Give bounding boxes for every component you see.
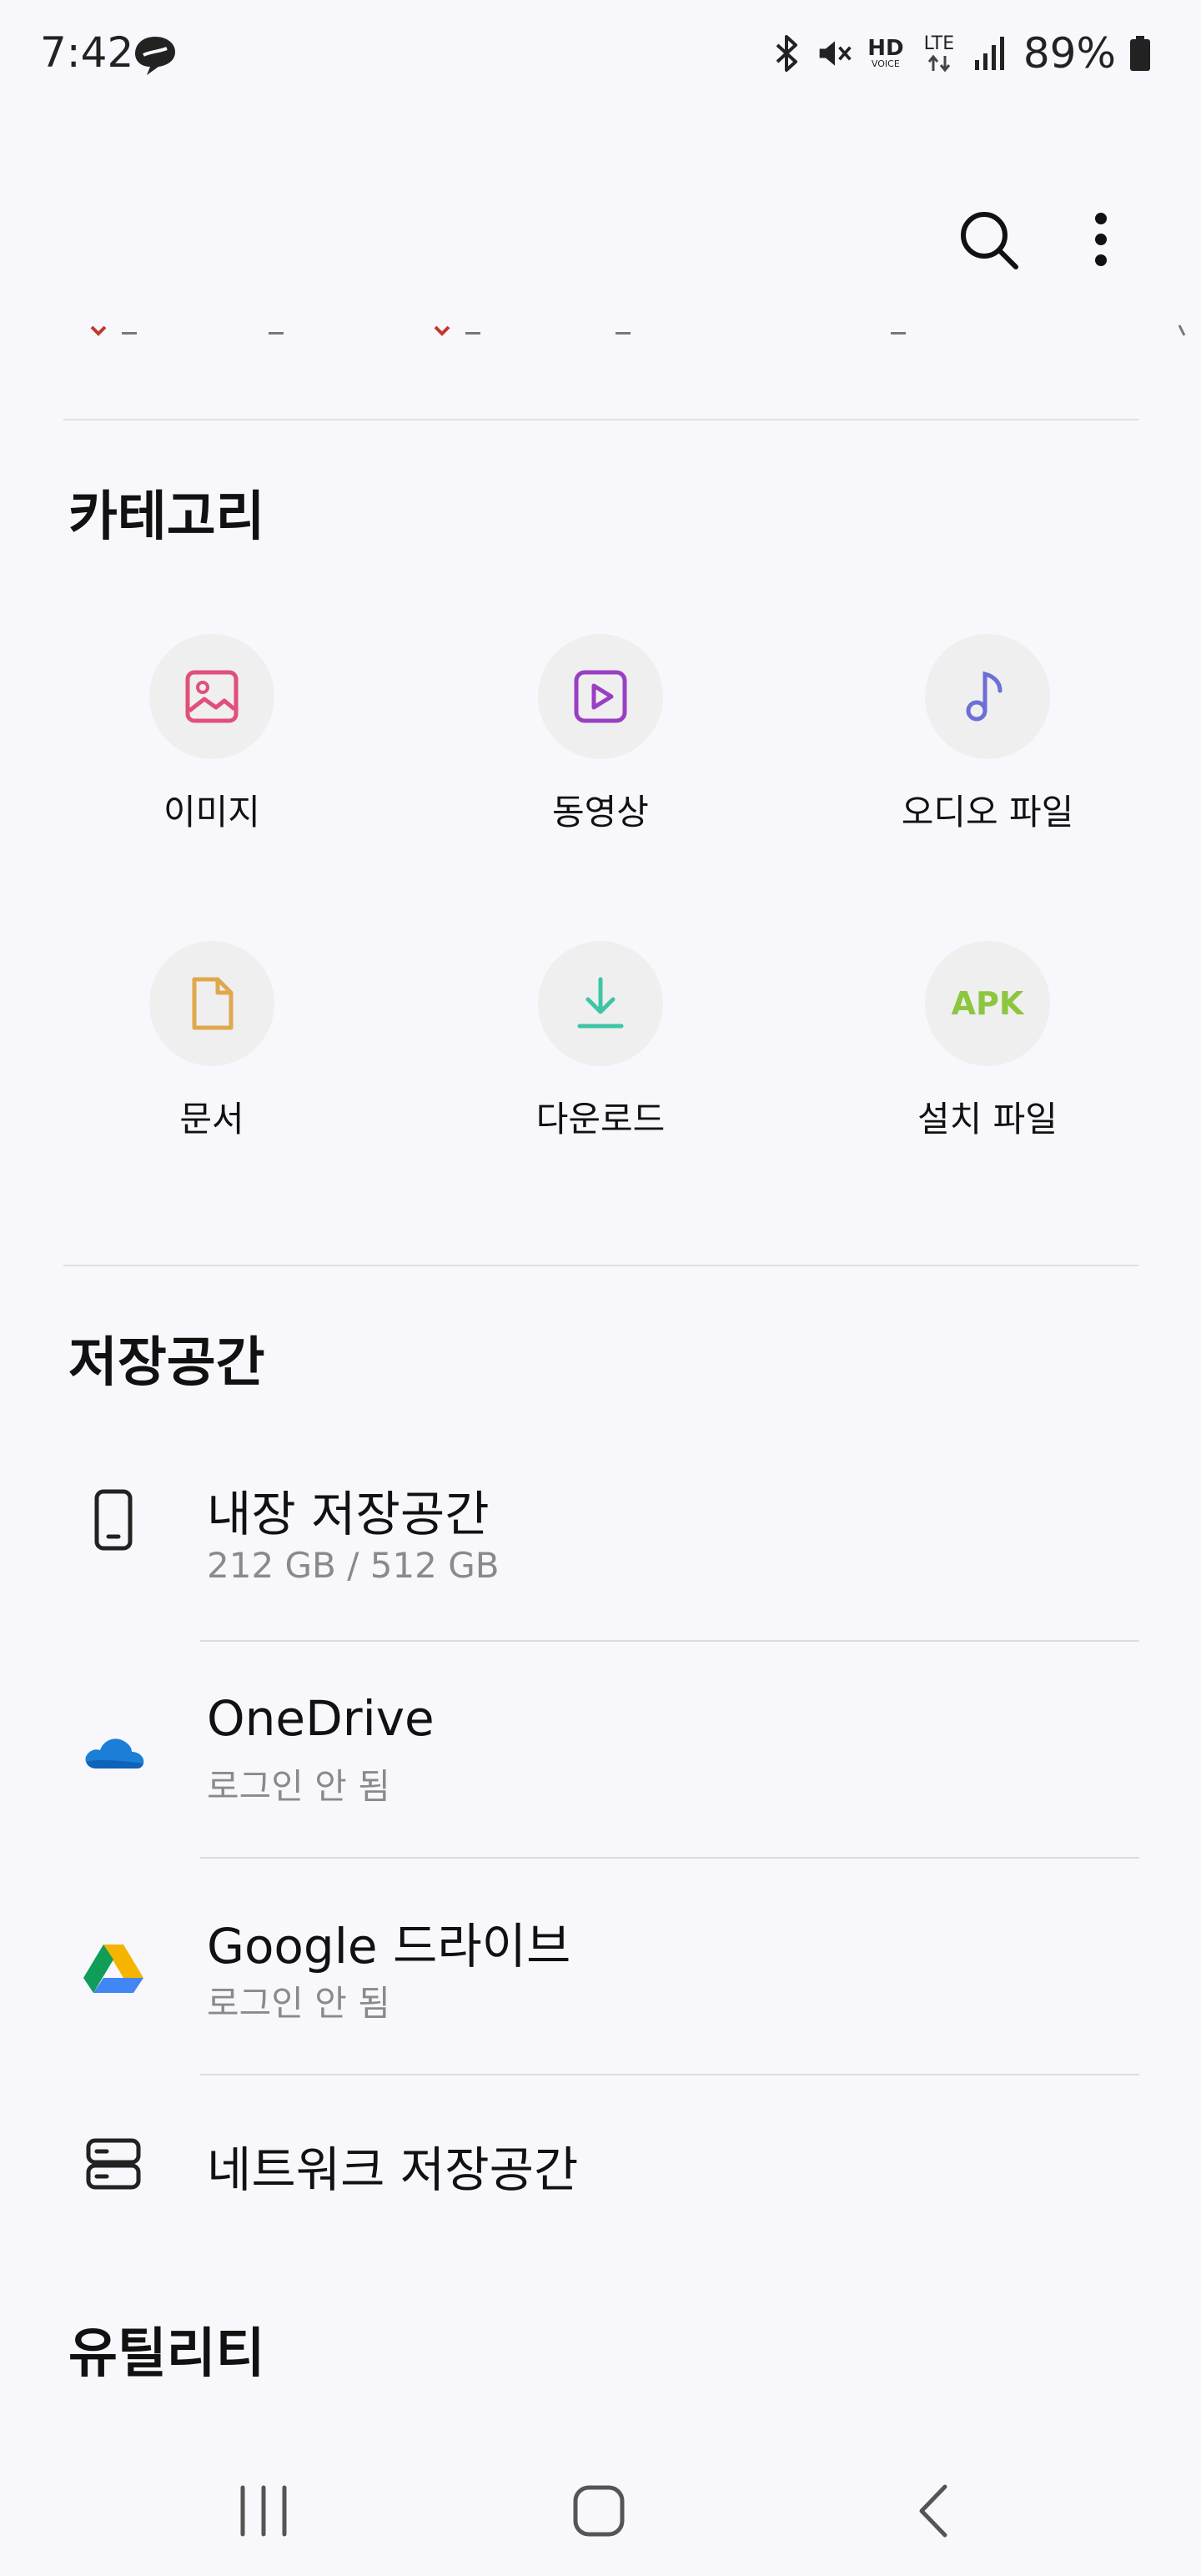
google-drive-icon	[78, 1934, 148, 2004]
scrolled-content-edge	[0, 315, 1201, 349]
app-notification-icon	[132, 33, 178, 77]
status-bar: 7:42 HD VOICE LTE 89%	[0, 0, 1201, 108]
storage-item-google-drive[interactable]: Google 드라이브 로그인 안 됨	[0, 1885, 1201, 2075]
download-icon	[538, 941, 663, 1066]
apk-icon-text: APK	[951, 985, 1024, 1022]
storage-item-title: 네트워크 저장공간	[207, 2141, 579, 2198]
category-label: 다운로드	[535, 1099, 666, 1140]
app-bar	[0, 184, 1201, 284]
hd-voice-icon: HD VOICE	[865, 33, 907, 74]
network-storage-icon	[78, 2129, 148, 2199]
section-divider	[63, 419, 1139, 420]
storage-item-network[interactable]: 네트워크 저장공간	[0, 2094, 1201, 2236]
lte-label: LTE	[923, 33, 955, 54]
category-audio[interactable]: 오디오 파일	[862, 634, 1113, 851]
storage-title: 저장공간	[68, 1332, 265, 1394]
storage-item-internal[interactable]: 내장 저장공간 212 GB / 512 GB	[0, 1452, 1201, 1643]
audio-icon	[925, 634, 1050, 759]
category-apk[interactable]: APK 설치 파일	[862, 941, 1113, 1158]
image-icon	[149, 634, 274, 759]
back-icon[interactable]	[884, 2469, 984, 2553]
mute-icon	[817, 33, 853, 74]
navigation-bar	[0, 2444, 1201, 2576]
categories-title: 카테고리	[68, 486, 265, 548]
storage-item-onedrive[interactable]: OneDrive 로그인 안 됨	[0, 1668, 1201, 1859]
more-options-icon[interactable]	[1076, 202, 1126, 277]
apk-icon: APK	[925, 941, 1050, 1066]
row-divider	[200, 1640, 1139, 1642]
section-divider	[63, 1265, 1139, 1266]
battery-percent: 89%	[1023, 29, 1116, 78]
document-icon	[149, 941, 274, 1066]
lte-icon: LTE	[918, 33, 960, 74]
status-icons: HD VOICE LTE 89%	[768, 28, 1153, 78]
category-documents[interactable]: 문서	[87, 941, 337, 1158]
storage-login-status: 로그인 안 됨	[207, 1766, 390, 1807]
utilities-title: 유틸리티	[68, 2323, 265, 2385]
storage-item-title: Google 드라이브	[207, 1918, 571, 1975]
row-divider	[200, 1857, 1139, 1859]
row-divider	[200, 2074, 1139, 2075]
battery-icon	[1128, 33, 1153, 74]
recents-icon[interactable]	[214, 2469, 314, 2553]
home-icon[interactable]	[549, 2469, 649, 2553]
bluetooth-icon	[768, 33, 805, 74]
category-downloads[interactable]: 다운로드	[475, 941, 726, 1158]
phone-icon	[78, 1485, 148, 1555]
video-icon	[538, 634, 663, 759]
category-images[interactable]: 이미지	[87, 634, 337, 851]
category-label: 동영상	[552, 792, 649, 833]
storage-item-title: OneDrive	[207, 1690, 435, 1747]
category-videos[interactable]: 동영상	[475, 634, 726, 851]
status-time: 7:42	[40, 28, 134, 77]
category-label: 문서	[179, 1099, 244, 1140]
storage-usage: 212 GB / 512 GB	[207, 1545, 500, 1586]
storage-item-title: 내장 저장공간	[207, 1486, 490, 1542]
category-label: 설치 파일	[917, 1099, 1058, 1140]
storage-login-status: 로그인 안 됨	[207, 1983, 390, 2024]
signal-icon	[972, 33, 1008, 74]
voice-label: VOICE	[871, 58, 900, 69]
category-label: 이미지	[163, 792, 260, 833]
onedrive-icon	[78, 1717, 148, 1787]
category-label: 오디오 파일	[901, 792, 1074, 833]
hd-label: HD	[867, 36, 904, 61]
search-icon[interactable]	[951, 202, 1026, 277]
